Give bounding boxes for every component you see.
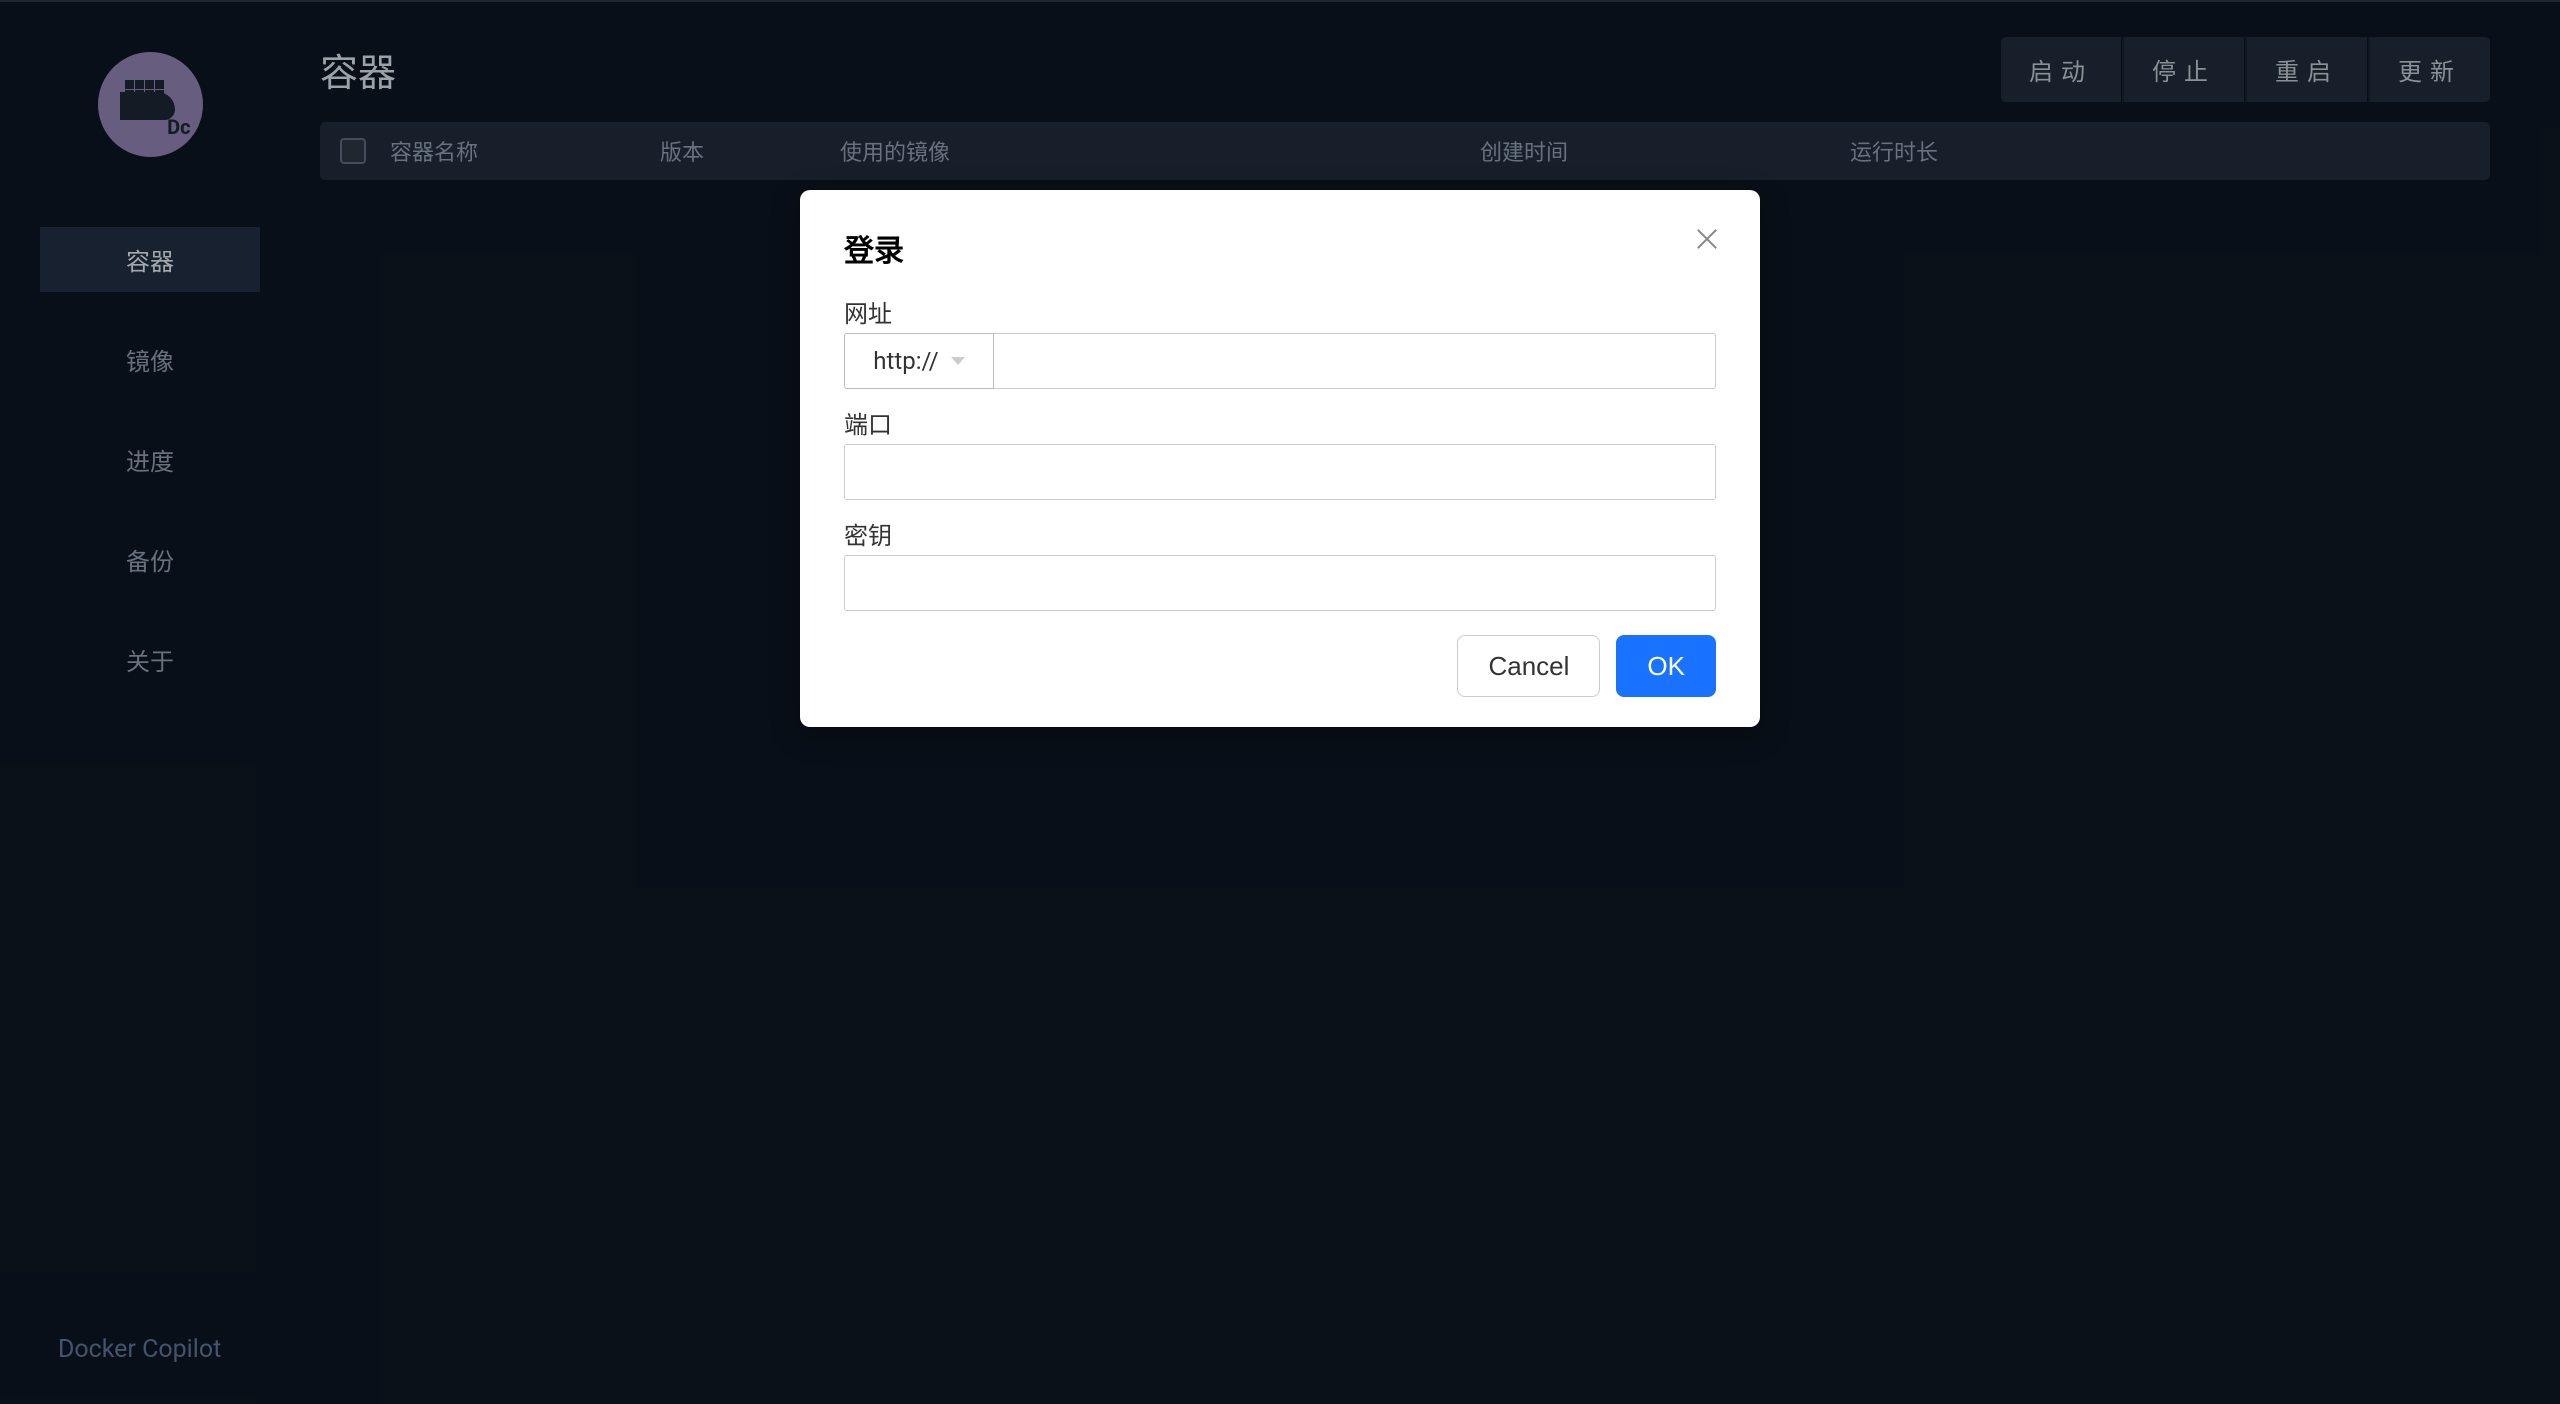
url-label: 网址 [844,294,1716,329]
key-input[interactable] [844,555,1716,611]
port-label: 端口 [844,405,1716,440]
modal-title: 登录 [844,226,1716,270]
url-row: http:// [844,333,1716,389]
modal-footer: Cancel OK [844,635,1716,697]
chevron-down-icon [951,357,965,365]
port-row [844,444,1716,500]
key-row [844,555,1716,611]
close-icon[interactable] [1694,226,1720,252]
key-label: 密钥 [844,516,1716,551]
cancel-button[interactable]: Cancel [1457,635,1600,697]
login-modal: 登录 网址 http:// 端口 密钥 Cancel OK [800,190,1760,727]
protocol-value: http:// [873,347,938,375]
modal-overlay[interactable]: 登录 网址 http:// 端口 密钥 Cancel OK [0,0,2560,1404]
ok-button[interactable]: OK [1616,635,1716,697]
url-input[interactable] [994,333,1716,389]
protocol-select[interactable]: http:// [844,333,994,389]
port-input[interactable] [844,444,1716,500]
